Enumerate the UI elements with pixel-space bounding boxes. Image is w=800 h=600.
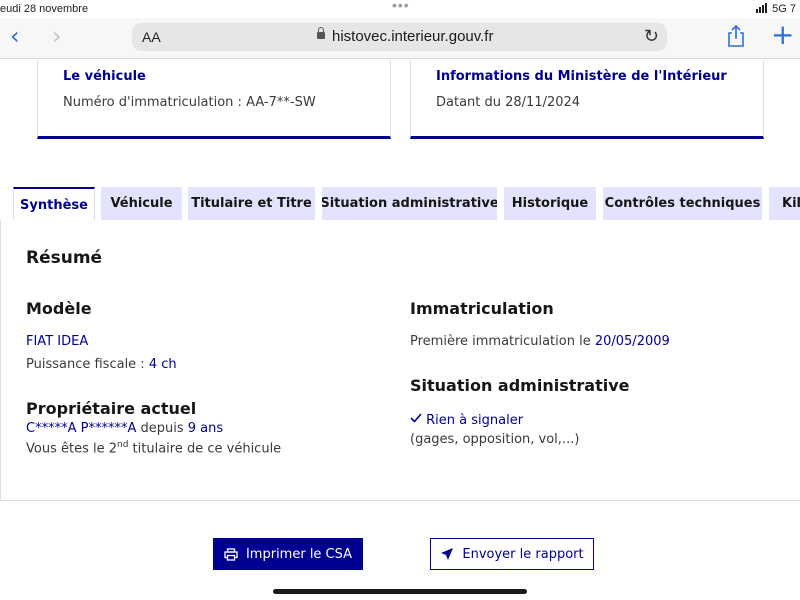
status-bar: eudi 28 novembre ••• 5G 7 [0, 0, 800, 18]
owner-since-label: depuis [136, 421, 188, 436]
send-report-label: Envoyer le rapport [462, 546, 584, 562]
registration-heading: Immatriculation [410, 299, 554, 318]
tab-titulaire[interactable]: Titulaire et Titre [188, 187, 315, 220]
owner-rank-suffix: nd [117, 440, 129, 450]
tab-controles-techniques[interactable]: Contrôles techniques [603, 187, 762, 220]
synthese-panel: Résumé Modèle FIAT IDEA Puissance fiscal… [0, 220, 800, 501]
ministry-card-title: Informations du Ministère de l'Intérieur [436, 69, 727, 84]
forward-icon[interactable]: › [52, 24, 62, 48]
fiscal-power-value: 4 ch [148, 357, 177, 372]
tab-historique[interactable]: Historique [504, 187, 596, 220]
owner-rank: Vous êtes le 2nd titulaire de ce véhicul… [26, 440, 281, 456]
first-registration-date: 20/05/2009 [594, 334, 670, 349]
admin-details: (gages, opposition, vol,...) [410, 432, 580, 447]
first-registration: Première immatriculation le 20/05/2009 [410, 334, 670, 349]
tab-synthese[interactable]: Synthèse [13, 187, 95, 221]
owner-name: C*****A P******A [26, 421, 137, 436]
send-icon [441, 548, 454, 560]
tab-kilometrage[interactable]: Kilo [769, 187, 800, 220]
owner-line: C*****A P******A depuis 9 ans [26, 421, 223, 436]
fiscal-power: Puissance fiscale : 4 ch [26, 357, 177, 372]
browser-toolbar: ‹ › AA histovec.interieur.gouv.fr ↻ + [0, 18, 800, 59]
share-icon[interactable] [727, 24, 745, 48]
tab-vehicule[interactable]: Véhicule [101, 187, 182, 220]
summary-heading: Résumé [26, 248, 103, 268]
admin-heading: Situation administrative [410, 376, 630, 395]
send-report-button[interactable]: Envoyer le rapport [430, 538, 594, 570]
ministry-card: Informations du Ministère de l'Intérieur… [410, 60, 764, 139]
admin-status: Rien à signaler [410, 413, 523, 428]
status-date: eudi 28 novembre [0, 3, 89, 15]
battery-label: 7 [789, 3, 796, 15]
back-icon[interactable]: ‹ [10, 24, 20, 48]
owner-rank-prefix: Vous êtes le 2 [26, 441, 117, 457]
url-text[interactable]: histovec.interieur.gouv.fr [332, 28, 493, 45]
status-signal: 5G 7 [756, 3, 796, 16]
admin-status-text: Rien à signaler [426, 413, 524, 428]
home-indicator[interactable] [273, 589, 527, 594]
vehicle-card-text: Numéro d'immatriculation : AA-7**-SW [63, 95, 316, 110]
fiscal-power-label: Puissance fiscale : [26, 357, 149, 372]
ministry-card-text: Datant du 28/11/2024 [436, 95, 581, 110]
reload-icon[interactable]: ↻ [644, 26, 659, 47]
signal-bars-icon [756, 3, 768, 16]
vehicle-card: Le véhicule Numéro d'immatriculation : A… [37, 60, 391, 139]
report-tabs: Synthèse Véhicule Titulaire et Titre Sit… [0, 187, 800, 221]
address-bar[interactable]: AA histovec.interieur.gouv.fr ↻ [132, 23, 667, 51]
printer-icon [224, 547, 238, 561]
lock-icon [317, 27, 325, 39]
print-csa-label: Imprimer le CSA [245, 546, 353, 562]
print-csa-button[interactable]: Imprimer le CSA [213, 538, 363, 570]
owner-rank-rest: titulaire de ce véhicule [128, 441, 282, 457]
model-name: FIAT IDEA [26, 334, 89, 349]
network-label: 5G [772, 3, 787, 15]
first-registration-label: Première immatriculation le [410, 334, 595, 349]
multitasking-dots-icon[interactable]: ••• [392, 0, 410, 13]
owner-heading: Propriétaire actuel [26, 399, 197, 418]
new-tab-icon[interactable]: + [771, 20, 794, 50]
text-size-button[interactable]: AA [142, 29, 161, 45]
owner-since-value: 9 ans [187, 421, 224, 436]
model-heading: Modèle [26, 299, 92, 318]
tab-situation-administrative[interactable]: Situation administrative [322, 187, 497, 220]
vehicle-card-title: Le véhicule [63, 69, 146, 84]
check-icon [410, 413, 422, 423]
